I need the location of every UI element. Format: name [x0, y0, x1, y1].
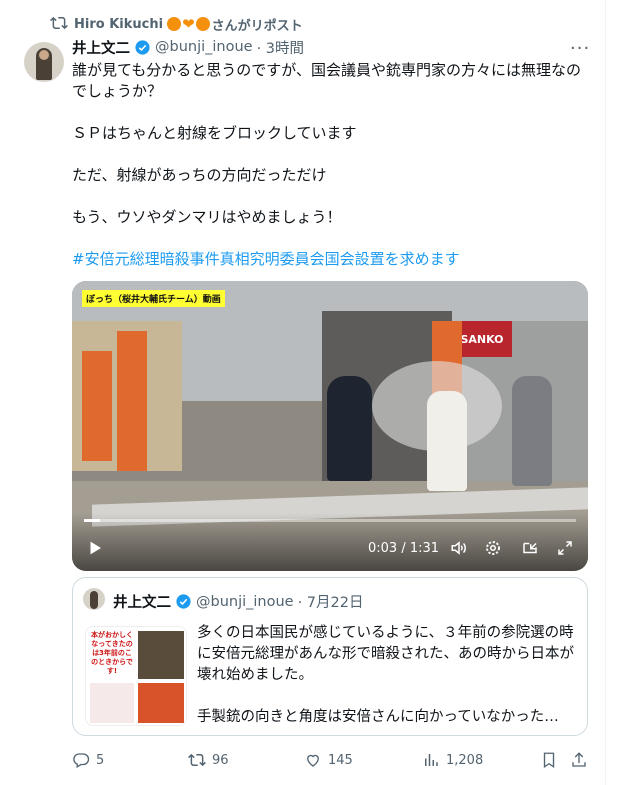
verified-badge-icon: [135, 39, 150, 55]
video-frame-person: [512, 376, 552, 486]
heart-icon: [307, 754, 319, 767]
quote-thumbnail: 本がおかしくなってきたのは3年前のこのときからです!: [85, 626, 187, 726]
reply-icon: [73, 753, 90, 768]
quote-author-handle: @bunji_inoue: [196, 593, 294, 610]
fullscreen-icon[interactable]: [556, 539, 574, 557]
video-frame-banner: [82, 351, 112, 461]
reply-count: 5: [96, 752, 105, 768]
tweet-line: もう、ウソやダンマリはやめましょう！: [72, 208, 342, 226]
orange-heart-icon: ❤: [182, 15, 195, 33]
volume-icon[interactable]: [450, 539, 468, 557]
bookmark-button[interactable]: [540, 751, 558, 769]
emoji-hearts: ❤: [167, 15, 210, 33]
tweet-line: 誰が見ても分かると思うのですが、国会議員や銃専門家の方々には無理なのでしょうか？: [72, 61, 581, 100]
quoted-tweet[interactable]: 井上文二 @bunji_inoue · 7月22日 本がおかしくなってきたのは3…: [72, 577, 588, 736]
play-icon[interactable]: [86, 539, 104, 557]
author-handle[interactable]: @bunji_inoue: [155, 39, 253, 55]
settings-gear-icon[interactable]: [484, 539, 502, 557]
quote-paragraph: 多くの日本国民が感じているように、３年前の参院選の時に安倍元総理があんな形で暗殺…: [197, 625, 574, 683]
repost-count: 96: [212, 752, 229, 768]
timeline-border: [605, 0, 606, 785]
quote-author-name: 井上文二: [113, 595, 171, 611]
tweet-line: ただ、射線があっちの方向だっただけ: [72, 166, 327, 184]
orange-circle-icon: [167, 17, 182, 31]
video-progress-fill: [84, 519, 101, 522]
tweet-time[interactable]: · 3時間: [257, 37, 304, 58]
video-progress-bar[interactable]: [84, 519, 576, 522]
thumbnail-photo: [90, 683, 134, 723]
avatar[interactable]: [24, 42, 64, 82]
thumbnail-text: 本がおかしくなってきたのは3年前のこのときからです!: [91, 631, 133, 675]
repost-indicator[interactable]: Hiro Kikuchi ❤ さんがリポスト: [50, 14, 303, 34]
quote-header: 井上文二 @bunji_inoue · 7月22日: [113, 591, 364, 612]
thumbnail-photo: [138, 683, 184, 723]
views-button[interactable]: 1,208: [422, 751, 483, 769]
views-chart-icon: [425, 754, 438, 766]
tweet-header: 井上文二 @bunji_inoue · 3時間: [72, 37, 304, 57]
repost-user[interactable]: Hiro Kikuchi: [74, 17, 163, 32]
quote-avatar-figure: [90, 591, 98, 609]
quote-avatar: [83, 588, 105, 610]
more-options-icon[interactable]: ···: [570, 38, 590, 59]
orange-circle-icon: [195, 17, 210, 31]
author-name[interactable]: 井上文二: [72, 37, 130, 58]
avatar-face: [39, 50, 49, 60]
quote-time: · 7月22日: [297, 595, 364, 611]
video-player[interactable]: SANKO ぼっち（桜井大輔氏チーム）動画 0:03 / 1:31: [72, 281, 588, 571]
thumbnail-photo: [138, 631, 184, 679]
video-frame-banner: [117, 331, 147, 471]
picture-in-picture-icon[interactable]: [521, 539, 539, 557]
bookmark-icon: [543, 752, 555, 769]
like-button[interactable]: 145: [304, 751, 353, 769]
repost-button[interactable]: 96: [188, 751, 229, 769]
reply-button[interactable]: 5: [72, 751, 104, 769]
like-count: 145: [328, 752, 353, 768]
tweet-line: ＳＰはちゃんと射線をブロックしています: [72, 124, 357, 142]
verified-badge-icon: [176, 594, 191, 609]
share-button[interactable]: [570, 751, 588, 769]
action-bar: 5 96 145 1,208: [72, 751, 592, 771]
quote-text: 多くの日本国民が感じているように、３年前の参院選の時に安倍元総理があんな形で暗殺…: [197, 623, 577, 728]
quote-paragraph: 手製銃の向きと角度は安倍さんに向かっていなかった…: [197, 709, 559, 725]
repost-icon: [188, 753, 206, 767]
view-count: 1,208: [446, 752, 484, 768]
hashtag-link[interactable]: #安倍元総理暗殺事件真相究明委員会国会設置を求めます: [72, 249, 460, 270]
video-frame-person: [327, 376, 372, 481]
repost-suffix: さんがリポスト: [211, 18, 303, 34]
video-caption: ぼっち（桜井大輔氏チーム）動画: [82, 290, 225, 307]
share-icon: [572, 752, 586, 767]
repost-icon: [50, 16, 68, 30]
tweet-container: Hiro Kikuchi ❤ さんがリポスト 井上文二 @bunji_inoue…: [0, 0, 636, 785]
video-frame-person: [427, 391, 467, 491]
video-time: 0:03 / 1:31: [368, 541, 440, 556]
